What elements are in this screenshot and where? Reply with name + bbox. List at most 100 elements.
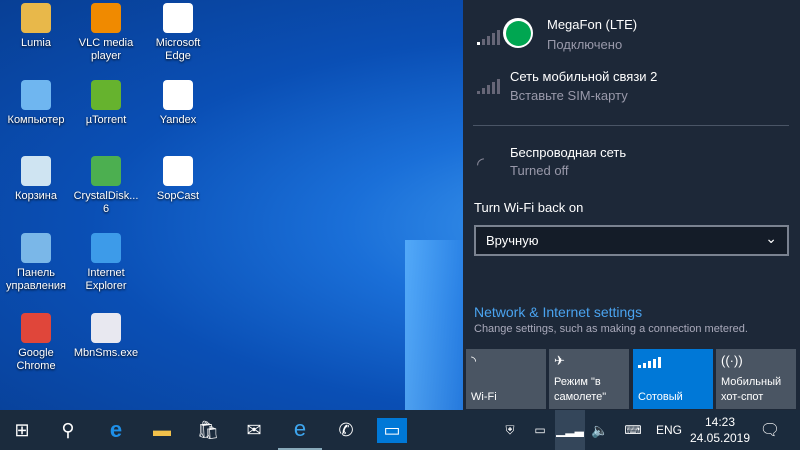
wifi-icon: ◝ — [471, 353, 477, 368]
signal-icon — [477, 30, 500, 45]
mail-taskbar[interactable]: ✉ — [232, 410, 276, 450]
app-icon — [163, 80, 193, 110]
desktop-icon[interactable]: Internet Explorer — [70, 233, 142, 293]
start-button[interactable]: ⊞ — [0, 410, 44, 450]
windows-icon: ⊞ — [14, 419, 30, 440]
desktop-icon-label: Yandex — [159, 114, 197, 126]
desktop-icon-label: Microsoft Edge — [155, 37, 201, 62]
divider — [473, 125, 789, 126]
tile-cellular[interactable]: Сотовый — [633, 349, 713, 409]
time: 14:23 — [704, 415, 736, 429]
airplane-icon: ✈ — [554, 353, 565, 368]
action-center-icon[interactable]: 🗨 — [756, 410, 784, 450]
tile-label: Сотовый — [638, 391, 683, 403]
desktop-icon[interactable]: SopCast — [142, 156, 214, 203]
desktop-icon-label: Корзина — [15, 190, 57, 202]
connection-name: Сеть мобильной связи 2 — [510, 69, 658, 84]
date: 24.05.2019 — [689, 431, 751, 445]
desktop-icon[interactable]: CrystalDisk... 6 — [70, 156, 142, 216]
app-icon — [21, 233, 51, 263]
language-indicator[interactable]: ENG — [652, 410, 686, 450]
connection-status: Подключено — [547, 37, 623, 52]
volume-icon[interactable]: 🔈 — [588, 410, 612, 450]
tile-label: Wi-Fi — [471, 391, 497, 403]
app-icon — [163, 156, 193, 186]
app-icon — [21, 80, 51, 110]
app-icon — [21, 313, 51, 343]
desktop-icon[interactable]: Панель управления — [0, 233, 72, 293]
app-icon — [91, 313, 121, 343]
edge-icon: e — [109, 417, 123, 442]
wallpaper-light — [405, 240, 465, 410]
desktop-icon[interactable]: Lumia — [0, 3, 72, 50]
app-icon — [21, 156, 51, 186]
message-icon: ▭ — [377, 417, 407, 443]
store-icon: 🛍 — [196, 419, 220, 440]
app-icon — [91, 233, 121, 263]
megafon-logo-icon — [503, 18, 533, 48]
app-icon — [163, 3, 193, 33]
phone-icon: ✆ — [338, 419, 354, 440]
signal-icon — [638, 357, 661, 368]
connection-name: Беспроводная сеть — [510, 145, 627, 160]
desktop-icon[interactable]: Google Chrome — [0, 313, 72, 373]
dropdown-value: Вручную — [486, 233, 539, 248]
connection-wifi[interactable]: ◜ Беспроводная сеть Turned off — [473, 142, 793, 182]
desktop-icon-label: SopCast — [156, 190, 200, 202]
phone-taskbar[interactable]: ✆ — [324, 410, 368, 450]
tile-wifi[interactable]: ◝ Wi-Fi — [466, 349, 546, 409]
desktop-icon[interactable]: Microsoft Edge — [142, 3, 214, 63]
clock[interactable]: 14:23 24.05.2019 — [690, 410, 750, 450]
mail-icon: ✉ — [246, 419, 262, 440]
edge-taskbar[interactable]: e — [94, 410, 138, 450]
connection-megafon[interactable]: MegaFon (LTE) Подключено — [473, 12, 793, 58]
connection-status: Вставьте SIM-карту — [510, 88, 628, 103]
desktop-icon-label: VLC media player — [78, 37, 134, 62]
tile-label: Мобильный хот-спот — [721, 376, 782, 403]
network-settings-desc: Change settings, such as making a connec… — [474, 323, 748, 335]
chevron-down-icon: ⌄ — [765, 230, 777, 246]
search-icon: ⚲ — [61, 419, 75, 440]
taskbar: ⊞ ⚲ e ▬ 🛍 ✉ e ✆ ▭ ⛨ ▭ ▁▂▃ 🔈 ⌨ ENG 14:23 2… — [0, 410, 800, 450]
desktop-icon[interactable]: MbnSms.exe — [70, 313, 142, 360]
app-icon — [91, 156, 121, 186]
tile-hotspot[interactable]: ((·)) Мобильный хот-спот — [716, 349, 796, 409]
desktop-icon[interactable]: Компьютер — [0, 80, 72, 127]
battery-icon[interactable]: ▭ — [530, 410, 550, 450]
folder-icon: ▬ — [153, 419, 171, 440]
search-button[interactable]: ⚲ — [46, 410, 90, 450]
store-taskbar[interactable]: 🛍 — [186, 410, 230, 450]
connection-sim2[interactable]: Сеть мобильной связи 2 Вставьте SIM-карт… — [473, 66, 793, 106]
desktop-icon-label: Internet Explorer — [85, 267, 127, 292]
keyboard-icon[interactable]: ⌨ — [620, 410, 646, 450]
desktop-icon-label: Lumia — [21, 37, 51, 49]
tile-label: Режим "в самолете" — [554, 376, 607, 403]
network-tray-icon[interactable]: ▁▂▃ — [555, 410, 585, 450]
desktop-icon[interactable]: VLC media player — [70, 3, 142, 63]
desktop-icon[interactable]: Yandex — [142, 80, 214, 127]
security-warning-icon[interactable]: ⛨ — [500, 410, 520, 450]
desktop-icon-label: MbnSms.exe — [73, 347, 139, 359]
signal-icon — [477, 79, 500, 94]
connection-status: Turned off — [510, 163, 569, 178]
explorer-taskbar[interactable]: ▬ — [140, 410, 184, 450]
connection-name: MegaFon (LTE) — [547, 17, 638, 32]
turn-wifi-dropdown[interactable]: Вручную ⌄ — [474, 225, 789, 256]
desktop-icon-label: µTorrent — [85, 114, 127, 126]
desktop-icon[interactable]: µTorrent — [70, 80, 142, 127]
desktop-icon-label: CrystalDisk... 6 — [73, 190, 139, 215]
turn-wifi-label: Turn Wi-Fi back on — [474, 200, 584, 215]
app-icon — [91, 80, 121, 110]
desktop-icon-label: Google Chrome — [16, 347, 56, 372]
network-settings-link[interactable]: Network & Internet settings — [474, 304, 642, 320]
app-icon — [91, 3, 121, 33]
messaging-taskbar[interactable]: ▭ — [370, 410, 414, 450]
ie-taskbar[interactable]: e — [278, 410, 322, 450]
desktop-icon-label: Компьютер — [7, 114, 65, 126]
network-flyout: MegaFon (LTE) Подключено Сеть мобильной … — [463, 0, 800, 410]
hotspot-icon: ((·)) — [721, 353, 743, 368]
ie-icon: e — [293, 416, 307, 441]
tile-airplane[interactable]: ✈ Режим "в самолете" — [549, 349, 629, 409]
wifi-icon: ◜ — [477, 154, 484, 174]
desktop-icon[interactable]: Корзина — [0, 156, 72, 203]
